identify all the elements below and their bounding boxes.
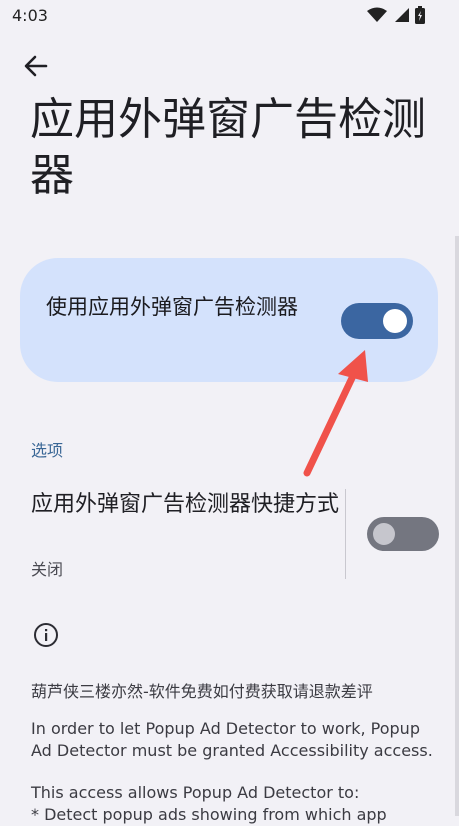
battery-icon	[415, 6, 425, 24]
toggle-knob	[383, 309, 407, 333]
signal-icon	[395, 8, 409, 22]
main-switch-toggle[interactable]	[341, 303, 413, 339]
status-time: 4:03	[12, 6, 48, 25]
page-title: 应用外弹窗广告检测器	[30, 94, 426, 201]
toggle-knob	[373, 523, 395, 545]
shortcut-title: 应用外弹窗广告检测器快捷方式	[31, 492, 340, 517]
annotation-arrow	[303, 350, 368, 477]
status-bar: 4:03	[0, 0, 459, 32]
access-allows-paragraph: This access allows Popup Ad Detector to:	[31, 783, 360, 802]
arrow-back-icon	[24, 55, 48, 77]
accessibility-paragraph: In order to let Popup Ad Detector to wor…	[31, 719, 433, 760]
back-button[interactable]	[22, 52, 50, 80]
options-section-header: 选项	[31, 441, 64, 460]
divider	[345, 489, 346, 579]
note-text: 葫芦侠三楼亦然-软件免费如付费获取请退款差评	[31, 682, 373, 701]
info-icon	[34, 623, 58, 647]
shortcut-preference-row[interactable]: 应用外弹窗广告检测器快捷方式 关闭	[0, 485, 459, 581]
shortcut-toggle[interactable]	[367, 517, 439, 551]
access-item: * Detect popup ads showing from which ap…	[31, 805, 387, 824]
wifi-icon	[367, 7, 387, 22]
shortcut-status: 关闭	[31, 560, 64, 579]
main-switch-label: 使用应用外弹窗广告检测器	[46, 295, 298, 319]
status-icons	[367, 6, 425, 24]
